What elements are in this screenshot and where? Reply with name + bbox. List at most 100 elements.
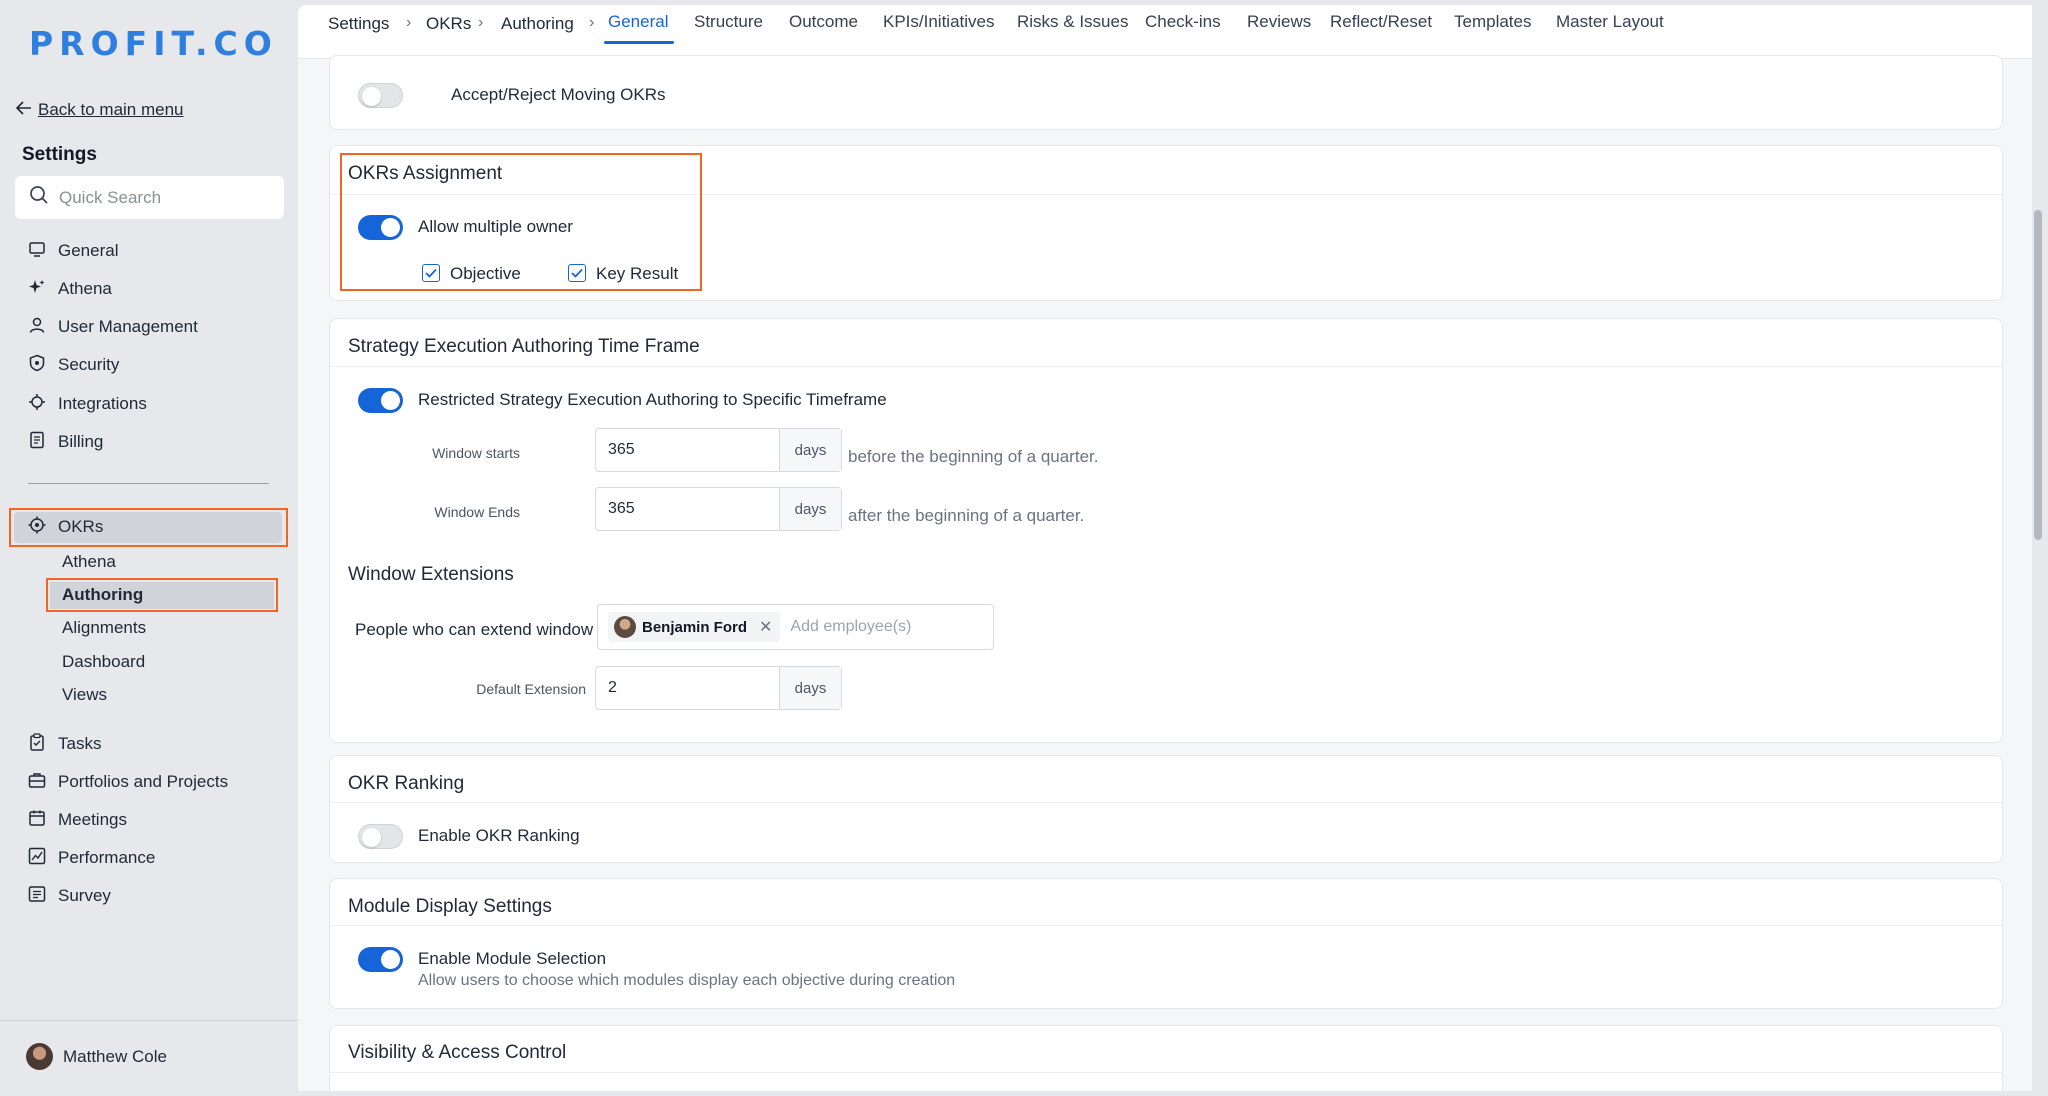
sidebar-item-integrations[interactable]: Integrations (28, 390, 147, 418)
window-ends-field: days (595, 487, 842, 531)
close-icon[interactable]: ✕ (759, 617, 772, 637)
tab-structure[interactable]: Structure (694, 12, 763, 32)
window-ends-hint: after the beginning of a quarter. (848, 506, 1085, 525)
card-divider (330, 802, 2002, 803)
okrs-subitem-alignments[interactable]: Alignments (62, 616, 146, 640)
sidebar: PROFIT.CO Back to main menu Settings Gen… (0, 0, 298, 1096)
sidebar-bottom-divider (0, 1020, 298, 1021)
scrollbar-track (2032, 0, 2048, 1096)
enable-module-selection-toggle[interactable] (358, 947, 403, 972)
module-display-card: Module Display Settings Enable Module Se… (329, 878, 2003, 1009)
okrs-subitem-views[interactable]: Views (62, 683, 107, 707)
sidebar-item-label: Portfolios and Projects (58, 772, 229, 791)
window-starts-input[interactable] (596, 429, 779, 471)
window-extensions-title: Window Extensions (348, 564, 514, 585)
window-ends-label: Window Ends (434, 504, 520, 520)
chart-icon (28, 847, 46, 870)
employee-chip: Benjamin Ford ✕ (608, 612, 781, 642)
user-icon (28, 316, 46, 339)
breadcrumb-okrs[interactable]: OKRs (426, 14, 471, 34)
okr-ranking-title: OKR Ranking (348, 773, 465, 794)
card-divider (330, 366, 2002, 367)
tab-reflect-reset[interactable]: Reflect/Reset (1330, 12, 1432, 32)
okrs-assignment-highlight-box (340, 153, 702, 291)
default-extension-input[interactable] (596, 667, 779, 709)
back-to-main-menu-link[interactable]: Back to main menu (15, 100, 184, 120)
window-ends-input[interactable] (596, 488, 779, 530)
tab-general[interactable]: General (608, 12, 668, 32)
tab-reviews[interactable]: Reviews (1247, 12, 1311, 32)
accept-reject-label: Accept/Reject Moving OKRs (451, 85, 666, 104)
back-link-label: Back to main menu (38, 100, 184, 119)
avatar (26, 1043, 53, 1070)
timeframe-title: Strategy Execution Authoring Time Frame (348, 336, 700, 357)
enable-module-selection-label: Enable Module Selection (418, 949, 607, 968)
sidebar-item-okrs[interactable]: OKRs (28, 513, 103, 541)
shield-icon (28, 354, 46, 377)
accept-reject-toggle[interactable] (358, 83, 403, 108)
breadcrumb-separator: › (406, 14, 412, 31)
gear-icon (28, 393, 46, 416)
restricted-timeframe-toggle[interactable] (358, 388, 403, 413)
okrs-subitem-athena[interactable]: Athena (62, 550, 116, 574)
sidebar-item-meetings[interactable]: Meetings (28, 806, 127, 834)
profit-co-logo[interactable]: PROFIT.CO (29, 24, 278, 63)
target-icon (28, 516, 46, 539)
sidebar-item-label: User Management (58, 317, 198, 336)
tab-outcome[interactable]: Outcome (789, 12, 858, 32)
sidebar-item-label: OKRs (58, 517, 104, 536)
window-starts-field: days (595, 428, 842, 472)
breadcrumb-authoring[interactable]: Authoring (501, 14, 574, 34)
breadcrumb-settings[interactable]: Settings (328, 14, 389, 34)
default-extension-field: days (595, 666, 842, 710)
tab-risks-issues[interactable]: Risks & Issues (1017, 12, 1128, 32)
sidebar-item-label: Billing (58, 432, 104, 451)
card-divider (330, 925, 2002, 926)
search-icon (29, 185, 49, 210)
window-starts-label: Window starts (432, 445, 520, 461)
avatar (614, 616, 636, 638)
default-extension-unit: days (779, 667, 841, 709)
sidebar-item-athena[interactable]: Athena (28, 275, 112, 303)
sidebar-item-security[interactable]: Security (28, 351, 119, 379)
search-input[interactable] (59, 187, 259, 208)
accept-reject-card: Accept/Reject Moving OKRs (329, 55, 2003, 130)
window-starts-hint: before the beginning of a quarter. (848, 447, 1099, 466)
active-tab-indicator (604, 41, 674, 44)
enable-okr-ranking-toggle[interactable] (358, 824, 403, 849)
receipt-icon (28, 431, 46, 454)
sidebar-item-billing[interactable]: Billing (28, 428, 103, 456)
sidebar-item-performance[interactable]: Performance (28, 844, 155, 872)
timeframe-card: Strategy Execution Authoring Time Frame … (329, 318, 2003, 743)
tab-check-ins[interactable]: Check-ins (1145, 12, 1221, 32)
sidebar-item-user-management[interactable]: User Management (28, 313, 198, 341)
sidebar-item-tasks[interactable]: Tasks (28, 730, 101, 758)
sparkle-icon (28, 278, 46, 301)
sidebar-item-label: Athena (58, 279, 112, 298)
okrs-subitem-dashboard[interactable]: Dashboard (62, 650, 145, 674)
visibility-card: Visibility & Access Control (329, 1025, 2003, 1091)
user-profile[interactable]: Matthew Cole (26, 1043, 167, 1070)
okrs-subitem-authoring[interactable]: Authoring (62, 583, 143, 607)
module-selection-description: Allow users to choose which modules disp… (418, 972, 956, 989)
tab-templates[interactable]: Templates (1454, 12, 1531, 32)
list-icon (28, 885, 46, 908)
okr-ranking-card: OKR Ranking Enable OKR Ranking (329, 755, 2003, 863)
sidebar-item-survey[interactable]: Survey (28, 882, 111, 910)
sidebar-item-general[interactable]: General (28, 237, 118, 265)
briefcase-icon (28, 771, 46, 794)
main-content: Settings › OKRs › Authoring › General St… (298, 5, 2032, 1091)
scrollbar-thumb[interactable] (2034, 210, 2042, 540)
breadcrumb-separator: › (478, 14, 484, 31)
calendar-icon (28, 809, 46, 832)
sidebar-item-portfolios-and-projects[interactable]: Portfolios and Projects (28, 768, 228, 796)
arrow-left-icon (15, 100, 32, 120)
tab-master-layout[interactable]: Master Layout (1556, 12, 1664, 32)
quick-search[interactable] (15, 176, 284, 219)
add-employee-input[interactable] (790, 618, 971, 636)
tab-kpis-initiatives[interactable]: KPIs/Initiatives (883, 12, 995, 32)
window-starts-unit: days (779, 429, 841, 471)
sidebar-item-label: Meetings (58, 810, 127, 829)
people-extend-field[interactable]: Benjamin Ford ✕ (597, 604, 994, 650)
people-extend-label: People who can extend window (355, 620, 594, 639)
